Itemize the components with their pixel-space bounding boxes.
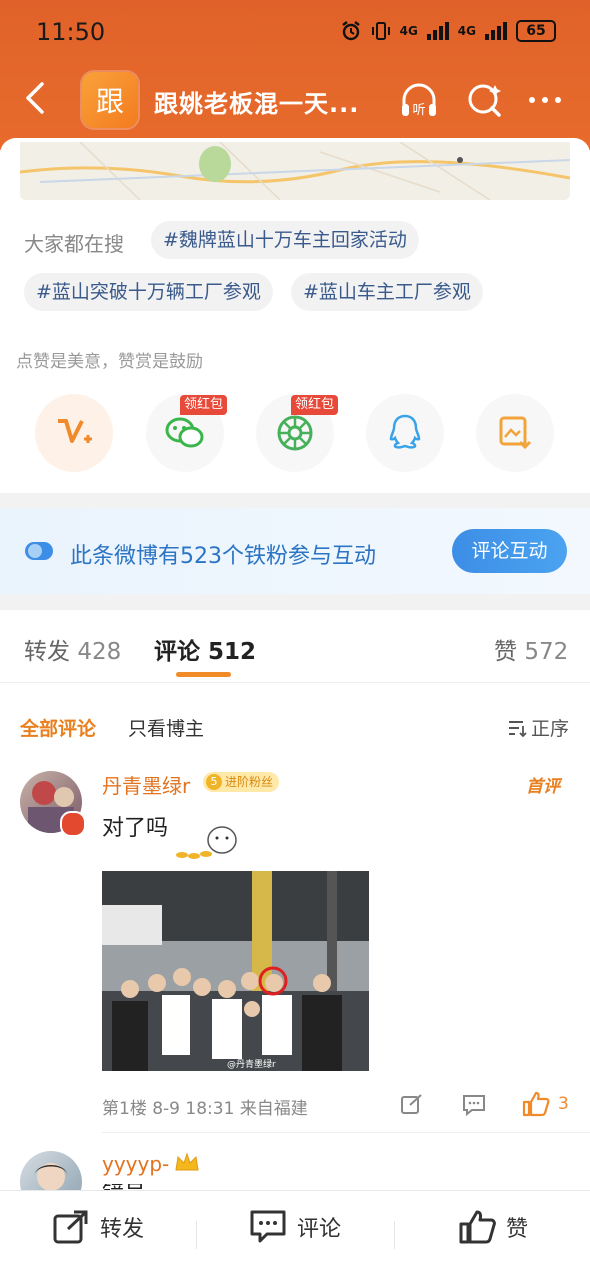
comment-username[interactable]: 丹青墨绿r	[102, 770, 190, 799]
sort-label: 正序	[531, 718, 570, 740]
reward-note: 点赞是美意，赞赏是鼓励	[16, 352, 203, 372]
back-arrow-icon[interactable]	[18, 80, 54, 116]
fans-toggle-icon	[25, 542, 53, 560]
tab-comment-count: 512	[208, 639, 257, 665]
like-label: 赞	[506, 1217, 529, 1242]
trending-tag[interactable]: #魏牌蓝山十万车主回家活动	[151, 221, 419, 259]
comment-icon	[250, 1210, 286, 1243]
edit-repost-icon[interactable]	[400, 1093, 424, 1115]
bottom-separator	[196, 1221, 197, 1249]
location-map[interactable]	[20, 142, 570, 200]
fan-level-text: 进阶粉丝	[225, 775, 274, 789]
more-icon[interactable]	[524, 80, 566, 120]
like-button[interactable]: 赞	[458, 1209, 528, 1245]
like-icon	[459, 1210, 496, 1244]
tab-repost[interactable]: 转发 428	[24, 632, 121, 666]
tab-active-indicator	[176, 672, 231, 677]
tab-like[interactable]: 赞 572	[494, 632, 568, 666]
tab-like-label: 赞	[494, 639, 517, 665]
repost-button[interactable]: 转发	[52, 1209, 144, 1245]
page-title: 跟姚老板混一天...	[154, 90, 360, 118]
comment-meta: 第1楼 8-9 18:31 来自福建	[102, 1099, 308, 1119]
alarm-icon	[341, 21, 360, 41]
reply-icon[interactable]	[462, 1094, 486, 1116]
group-photo: @丹青墨绿r	[102, 871, 369, 1071]
status-icons: 4G 4G 65	[340, 20, 556, 42]
map-drawing	[20, 142, 570, 200]
vip-reward-button[interactable]	[35, 394, 113, 472]
tab-comment-label: 评论	[154, 639, 200, 665]
qq-share-button[interactable]	[366, 394, 444, 472]
red-packet-badge: 领红包	[180, 395, 228, 415]
comment-divider	[102, 1132, 590, 1133]
fans-interaction-bar: 此条微博有523个铁粉参与互动 评论互动	[0, 508, 590, 594]
signal-icon-1	[426, 22, 449, 40]
comment-username[interactable]: yyyyp-	[102, 1152, 169, 1176]
headphones-listen-icon[interactable]: 听	[398, 80, 440, 120]
sort-icon	[509, 720, 527, 737]
tab-like-count: 572	[524, 639, 569, 665]
tab-divider	[0, 682, 590, 683]
crown-badge-icon	[175, 1152, 199, 1171]
fan-level-number: 5	[206, 774, 222, 790]
search-sparkle-icon[interactable]	[464, 80, 506, 120]
comment-like-button[interactable]: 3	[522, 1091, 569, 1117]
tab-repost-label: 转发	[24, 639, 70, 665]
vip-v-icon	[58, 419, 92, 443]
nav-bar: 跟 跟姚老板混一天... 听	[0, 64, 590, 134]
bottom-action-bar: 转发 评论 赞	[0, 1190, 590, 1281]
trending-label: 大家都在搜	[24, 232, 124, 256]
tab-repost-count: 428	[77, 639, 122, 665]
network-label-1: 4G	[399, 24, 418, 38]
image-watermark: @丹青墨绿r	[227, 1058, 276, 1070]
comment-like-count: 3	[558, 1094, 569, 1114]
thumbs-up-icon	[522, 1091, 550, 1117]
moments-icon	[277, 415, 313, 451]
filter-owner-only[interactable]: 只看博主	[128, 714, 204, 741]
network-label-2: 4G	[457, 24, 476, 38]
sort-toggle[interactable]: 正序	[507, 714, 569, 741]
comment-label: 评论	[297, 1217, 342, 1242]
status-time: 11:50	[36, 18, 106, 46]
trending-tag[interactable]: #蓝山车主工厂参观	[291, 273, 483, 311]
vibrate-icon	[371, 22, 390, 40]
red-packet-badge: 领红包	[291, 395, 339, 415]
wechat-icon	[165, 417, 204, 448]
save-image-button[interactable]	[476, 394, 554, 472]
battery-indicator: 65	[516, 20, 556, 42]
comment-button[interactable]: 评论	[249, 1209, 341, 1245]
comment-text: 对了吗	[102, 816, 169, 841]
repost-label: 转发	[100, 1217, 145, 1242]
signal-icon-2	[485, 22, 507, 40]
trending-tag[interactable]: #蓝山突破十万辆工厂参观	[24, 273, 273, 311]
save-image-icon	[499, 416, 532, 450]
fans-interaction-text: 此条微博有523个铁粉参与互动	[70, 544, 376, 569]
comment-interact-button[interactable]: 评论互动	[452, 529, 567, 573]
first-comment-tag: 首评	[526, 777, 560, 797]
qq-icon	[389, 414, 421, 449]
tab-comment[interactable]: 评论 512	[154, 632, 256, 666]
svg-text:听: 听	[412, 103, 425, 118]
fan-level-badge: 5 进阶粉丝	[203, 772, 280, 792]
bottom-separator	[394, 1221, 395, 1249]
account-logo[interactable]: 跟	[82, 72, 138, 128]
status-bar: 11:50 4G 4G 65	[0, 0, 590, 64]
coins-emoji-icon	[176, 826, 237, 859]
comment-image[interactable]: @丹青墨绿r	[102, 871, 369, 1071]
comment-section: 转发 428 评论 512 赞 572 全部评论 只看博主 正序 丹青墨绿r 5…	[0, 610, 590, 1213]
verified-badge-icon	[60, 811, 86, 837]
filter-all-comments[interactable]: 全部评论	[20, 714, 96, 741]
repost-icon	[53, 1210, 88, 1244]
